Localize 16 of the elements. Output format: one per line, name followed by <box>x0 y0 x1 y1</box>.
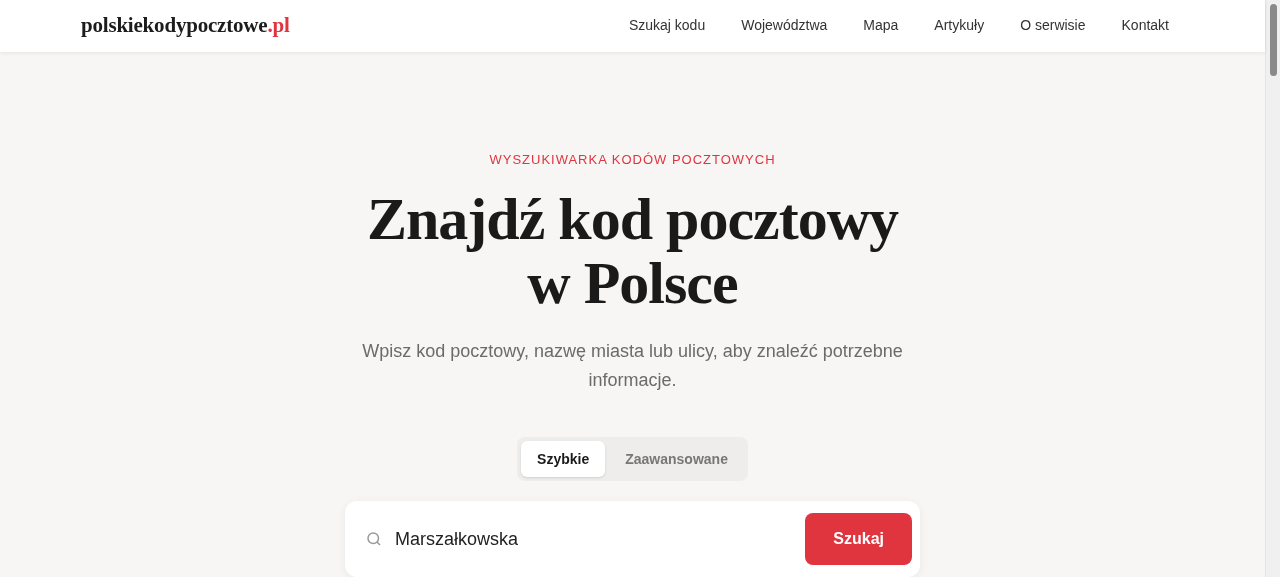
nav-link[interactable]: Województwa <box>741 15 828 37</box>
hero-title: Znajdź kod pocztowy w Polsce <box>365 187 900 315</box>
search-button[interactable]: Szukaj <box>805 513 912 565</box>
search-mode-tab[interactable]: Zaawansowane <box>609 441 744 477</box>
scrollbar[interactable] <box>1265 0 1280 577</box>
nav-link[interactable]: Mapa <box>863 15 899 37</box>
hero-subtitle: Wpisz kod pocztowy, nazwę miasta lub ulicy, aby znaleźć potrzebne informacje. <box>361 340 904 392</box>
search-mode-tab[interactable]: Szybkie <box>521 441 606 477</box>
search-field[interactable]: Marszałkowska <box>395 525 794 553</box>
search-icon <box>365 530 383 548</box>
eyebrow-text: WYSZUKIWARKA KODÓW POCZTOWYCH <box>489 150 776 169</box>
nav-link[interactable]: Kontakt <box>1121 15 1169 37</box>
site-logo[interactable]: polskiekodypocztowe.pl <box>81 10 290 42</box>
nav-link[interactable]: Artykuły <box>934 15 985 37</box>
nav-link[interactable]: O serwisie <box>1020 15 1086 37</box>
nav-link[interactable]: Szukaj kodu <box>628 15 706 37</box>
